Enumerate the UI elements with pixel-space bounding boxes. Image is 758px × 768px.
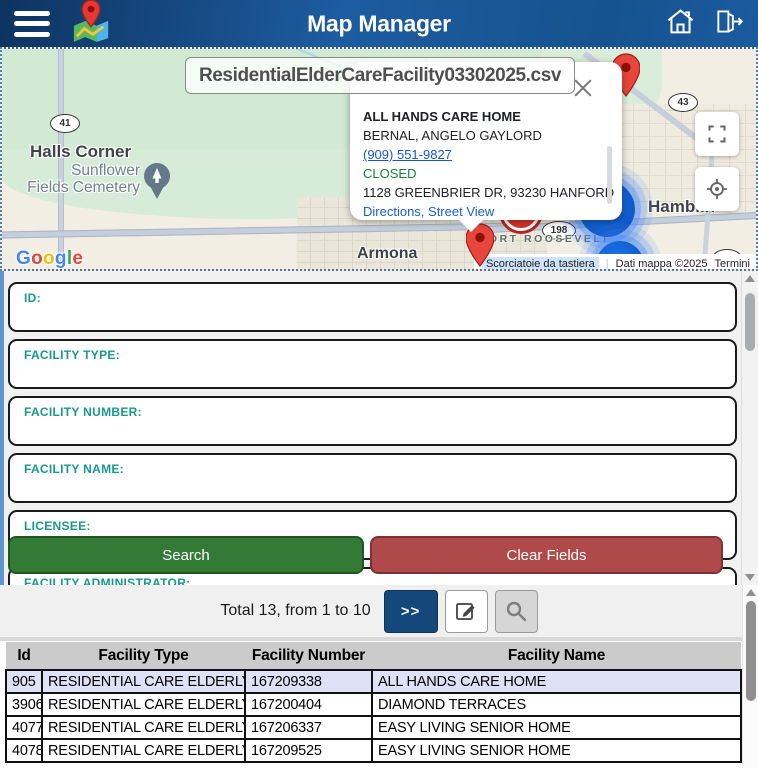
popup-facility-name: ALL HANDS CARE HOME bbox=[363, 109, 521, 124]
table-header-row: Id Facility Type Facility Number Facilit… bbox=[6, 642, 741, 670]
map-app-logo-icon bbox=[72, 0, 110, 47]
scroll-down-icon[interactable] bbox=[745, 574, 755, 581]
google-logo: Google bbox=[16, 248, 84, 269]
column-header-facility-name[interactable]: Facility Name bbox=[372, 642, 741, 670]
facility-name-label: FACILITY NAME: bbox=[24, 462, 124, 476]
table-row[interactable]: 4078 RESIDENTIAL CARE ELDERLY 167209525 EA… bbox=[5, 738, 742, 763]
edit-button[interactable] bbox=[444, 589, 488, 633]
scrollbar-thumb[interactable] bbox=[746, 601, 756, 701]
facility-name-input[interactable] bbox=[16, 479, 712, 499]
results-table: Id Facility Type Facility Number Facilit… bbox=[5, 642, 742, 763]
map-canvas[interactable]: 41 43 198 43 Halls Corner Sunflower Fiel… bbox=[0, 47, 758, 271]
id-field[interactable]: ID: bbox=[8, 282, 737, 332]
facility-number-field[interactable]: FACILITY NUMBER: bbox=[8, 396, 737, 446]
close-icon[interactable] bbox=[574, 78, 592, 96]
popup-status-text: CLOSED bbox=[363, 166, 417, 181]
map-label-fort-roosevelt: FORT ROOSEVELT bbox=[480, 233, 611, 245]
map-label-armona: Armona bbox=[357, 245, 418, 262]
map-data-text: Dati mappa ©2025 bbox=[615, 257, 708, 270]
id-input[interactable] bbox=[16, 308, 712, 328]
find-icon-button[interactable] bbox=[494, 589, 538, 633]
terms-link[interactable]: Termini bbox=[715, 258, 750, 270]
table-row[interactable]: 905 RESIDENTIAL CARE ELDERLY 167209338 ALL… bbox=[5, 669, 742, 694]
popup-licensee-name: BERNAL, ANGELO GAYLORD bbox=[363, 128, 542, 143]
popup-scrollbar[interactable] bbox=[607, 146, 612, 204]
facility-number-label: FACILITY NUMBER: bbox=[24, 405, 142, 419]
page-title: Map Manager bbox=[307, 10, 451, 36]
licensee-label: LICENSEE: bbox=[24, 519, 91, 533]
facility-name-field[interactable]: FACILITY NAME: bbox=[8, 453, 737, 503]
hamburger-menu-icon[interactable] bbox=[14, 10, 50, 37]
top-navbar: Map Manager bbox=[0, 0, 758, 47]
next-page-button[interactable]: >> bbox=[383, 589, 438, 633]
home-icon[interactable] bbox=[666, 8, 695, 40]
search-button[interactable]: Search bbox=[8, 536, 364, 574]
table-row[interactable]: 3906 RESIDENTIAL CARE ELDERLY 167200404 DI… bbox=[5, 692, 742, 717]
facility-type-input[interactable] bbox=[16, 365, 712, 385]
results-scrollbar[interactable] bbox=[742, 585, 758, 768]
pagination-bar: Total 13, from 1 to 10 >> bbox=[0, 585, 758, 641]
scroll-up-icon[interactable] bbox=[745, 589, 756, 596]
route-shield-41: 41 bbox=[50, 114, 80, 133]
popup-phone-link[interactable]: (909) 551-9827 bbox=[363, 145, 592, 164]
cemetery-marker-icon[interactable] bbox=[142, 162, 172, 205]
clear-fields-button[interactable]: Clear Fields bbox=[370, 536, 723, 574]
search-form: ID: FACILITY TYPE: FACILITY NUMBER: FACI… bbox=[0, 271, 758, 585]
popup-address-text: 1128 GREENBRIER DR, 93230 HANFORD bbox=[363, 185, 615, 200]
column-header-id[interactable]: Id bbox=[6, 642, 42, 670]
id-label: ID: bbox=[24, 291, 41, 305]
route-shield-43: 43 bbox=[668, 93, 698, 112]
csv-filename-overlay: ResidentialElderCareFacility03302025.csv bbox=[185, 57, 575, 94]
fullscreen-button[interactable] bbox=[695, 112, 739, 156]
logout-icon[interactable] bbox=[715, 8, 744, 40]
scrollbar-thumb[interactable] bbox=[745, 293, 755, 351]
facility-type-field[interactable]: FACILITY TYPE: bbox=[8, 339, 737, 389]
column-header-facility-type[interactable]: Facility Type bbox=[42, 642, 245, 670]
map-attribution: Scorciatoie da tastiera | Dati mappa ©20… bbox=[473, 254, 756, 270]
app-window: Map Manager 41 43 198 Halls Corner Sunfl… bbox=[0, 0, 758, 768]
form-scrollbar[interactable] bbox=[741, 271, 758, 585]
map-label-cemetery: Sunflower Fields Cemetery bbox=[27, 162, 140, 196]
pagination-summary: Total 13, from 1 to 10 bbox=[220, 602, 371, 619]
popup-tail bbox=[457, 218, 485, 232]
facility-administrator-label: FACILITY ADMINISTRATOR: bbox=[24, 576, 191, 585]
scroll-up-icon[interactable] bbox=[745, 275, 755, 282]
facility-type-label: FACILITY TYPE: bbox=[24, 348, 120, 362]
keyboard-shortcuts-link[interactable]: Scorciatoie da tastiera bbox=[481, 256, 599, 269]
column-header-facility-number[interactable]: Facility Number bbox=[245, 642, 372, 670]
my-location-button[interactable] bbox=[695, 167, 739, 211]
table-row[interactable]: 4077 RESIDENTIAL CARE ELDERLY 167206337 EA… bbox=[5, 715, 742, 740]
results-panel: Total 13, from 1 to 10 >> Id Facility Ty… bbox=[0, 585, 758, 768]
map-label-halls-corner: Halls Corner bbox=[30, 142, 132, 161]
facility-number-input[interactable] bbox=[16, 422, 712, 442]
